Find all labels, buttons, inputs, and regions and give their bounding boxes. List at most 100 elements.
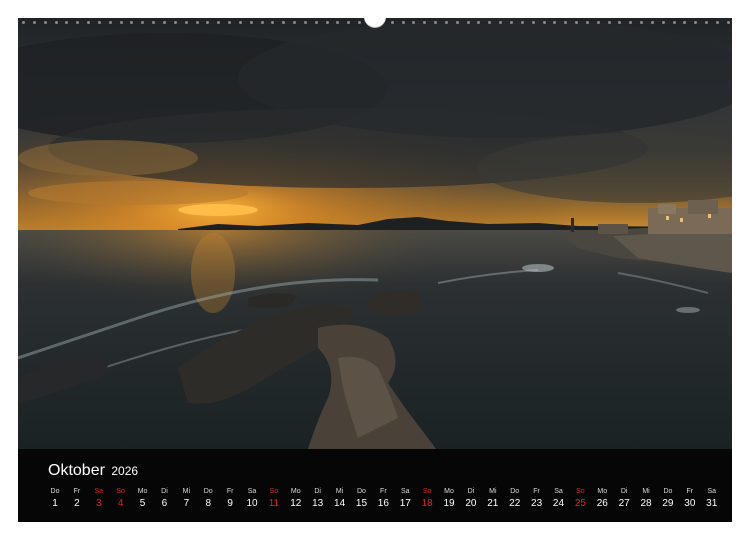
- calendar-day: Mo 5: [133, 487, 153, 515]
- binding-hole: [97, 20, 101, 24]
- weekday-label: Sa: [247, 488, 257, 495]
- binding-hole: [119, 20, 123, 24]
- year-label: 2026: [111, 464, 139, 478]
- binding-hole: [238, 20, 242, 24]
- weekday-label: Do: [50, 488, 60, 495]
- weekday-label: So: [576, 488, 585, 495]
- day-number: 8: [205, 498, 212, 509]
- weekday-label: So: [116, 488, 125, 495]
- calendar-day: Do 8: [198, 487, 218, 515]
- calendar-day: Mo 12: [286, 487, 306, 515]
- binding-hole: [423, 20, 427, 24]
- day-number: 18: [421, 498, 433, 509]
- calendar-day: Sa 24: [548, 487, 568, 515]
- day-number: 26: [596, 498, 608, 509]
- weekday-label: Fr: [533, 488, 540, 495]
- binding-hole: [444, 20, 448, 24]
- day-number: 1: [52, 498, 58, 509]
- calendar-day: Di 20: [461, 487, 481, 515]
- calendar-day: So 25: [570, 487, 590, 515]
- calendar-page: Oktober 2026 Do 1 Fr 2 Sa 3 So 4 Mo 5 Di 6 Mi 7 Do 8 Fr 9…: [0, 0, 750, 540]
- calendar-day: Mi 28: [636, 487, 656, 515]
- day-number: 28: [640, 498, 652, 509]
- binding-hole: [412, 20, 416, 24]
- calendar-day: Di 13: [308, 487, 328, 515]
- day-number: 10: [246, 498, 258, 509]
- weekday-label: Do: [203, 488, 213, 495]
- binding-hole: [477, 20, 481, 24]
- day-number: 4: [117, 498, 124, 509]
- calendar-day: Fr 2: [67, 487, 87, 515]
- day-number: 22: [509, 498, 521, 509]
- calendar-bar: Oktober 2026 Do 1 Fr 2 Sa 3 So 4 Mo 5 Di 6 Mi 7 Do 8 Fr 9…: [18, 449, 732, 522]
- binding-hole: [22, 20, 25, 24]
- day-number: 29: [662, 498, 674, 509]
- binding-hole: [509, 20, 513, 24]
- day-number: 13: [312, 498, 324, 509]
- binding-hole: [173, 20, 177, 24]
- binding-hole: [640, 20, 644, 24]
- weekday-label: Fr: [73, 488, 81, 495]
- binding-hole: [705, 20, 709, 24]
- calendar-day: Fr 30: [680, 487, 700, 515]
- calendar-day: Sa 3: [89, 487, 109, 515]
- day-strip: Do 1 Fr 2 Sa 3 So 4 Mo 5 Di 6 Mi 7 Do 8 Fr 9 Sa 10 So 11 Mo 12 D…: [45, 487, 722, 515]
- binding-hole: [726, 20, 730, 24]
- binding-hole: [661, 20, 665, 24]
- weekday-label: Sa: [400, 488, 410, 495]
- calendar-day: So 18: [417, 487, 437, 515]
- weekday-label: Mo: [290, 488, 301, 495]
- calendar-day: Do 22: [505, 487, 525, 515]
- binding-hole: [488, 20, 492, 24]
- weekday-label: Mo: [444, 488, 454, 495]
- binding-hole: [455, 20, 459, 24]
- binding-hole: [520, 20, 524, 24]
- binding-hole: [162, 20, 166, 24]
- binding-hole: [260, 20, 264, 24]
- calendar-day: So 11: [264, 487, 284, 515]
- calendar-day: So 4: [111, 487, 131, 515]
- weekday-label: Sa: [94, 488, 104, 495]
- calendar-day: Fr 23: [527, 487, 547, 515]
- binding-hole: [390, 20, 394, 24]
- weekday-label: Mi: [335, 488, 344, 495]
- binding-hole: [303, 20, 307, 24]
- day-number: 27: [618, 498, 630, 509]
- day-number: 17: [399, 498, 411, 509]
- binding-hole: [152, 20, 156, 24]
- calendar-day: Di 6: [154, 487, 174, 515]
- day-number: 20: [465, 498, 477, 509]
- day-number: 9: [227, 498, 233, 509]
- calendar-day: Fr 9: [220, 487, 240, 515]
- binding-hole: [65, 20, 69, 24]
- calendar-day: Di 27: [614, 487, 634, 515]
- binding-hole: [694, 20, 698, 24]
- weekday-label: Mi: [489, 488, 497, 495]
- binding-hole: [336, 20, 340, 24]
- calendar-day: Sa 17: [395, 487, 415, 515]
- day-number: 12: [290, 498, 302, 509]
- binding-hole: [43, 20, 47, 24]
- binding-hole: [206, 20, 210, 24]
- weekday-label: Sa: [554, 488, 563, 495]
- binding-hole: [683, 20, 687, 24]
- weekday-label: Do: [663, 488, 673, 495]
- day-number: 7: [183, 498, 190, 509]
- binding-hole: [87, 20, 91, 24]
- binding-hole: [228, 20, 232, 24]
- calendar-day: Mo 26: [592, 487, 612, 515]
- binding-hole: [54, 20, 58, 24]
- binding-hole: [130, 20, 134, 24]
- day-number: 6: [161, 498, 168, 509]
- binding-hole: [564, 20, 568, 24]
- binding-hole: [716, 20, 719, 24]
- day-number: 16: [377, 498, 389, 509]
- weekday-label: Mo: [137, 488, 148, 495]
- binding-hole: [618, 20, 622, 24]
- binding-hole: [282, 20, 286, 24]
- binding-hole: [434, 20, 438, 24]
- binding-hole: [650, 20, 654, 24]
- binding-hole: [401, 20, 405, 24]
- binding-hole: [358, 20, 362, 24]
- day-number: 24: [552, 498, 565, 509]
